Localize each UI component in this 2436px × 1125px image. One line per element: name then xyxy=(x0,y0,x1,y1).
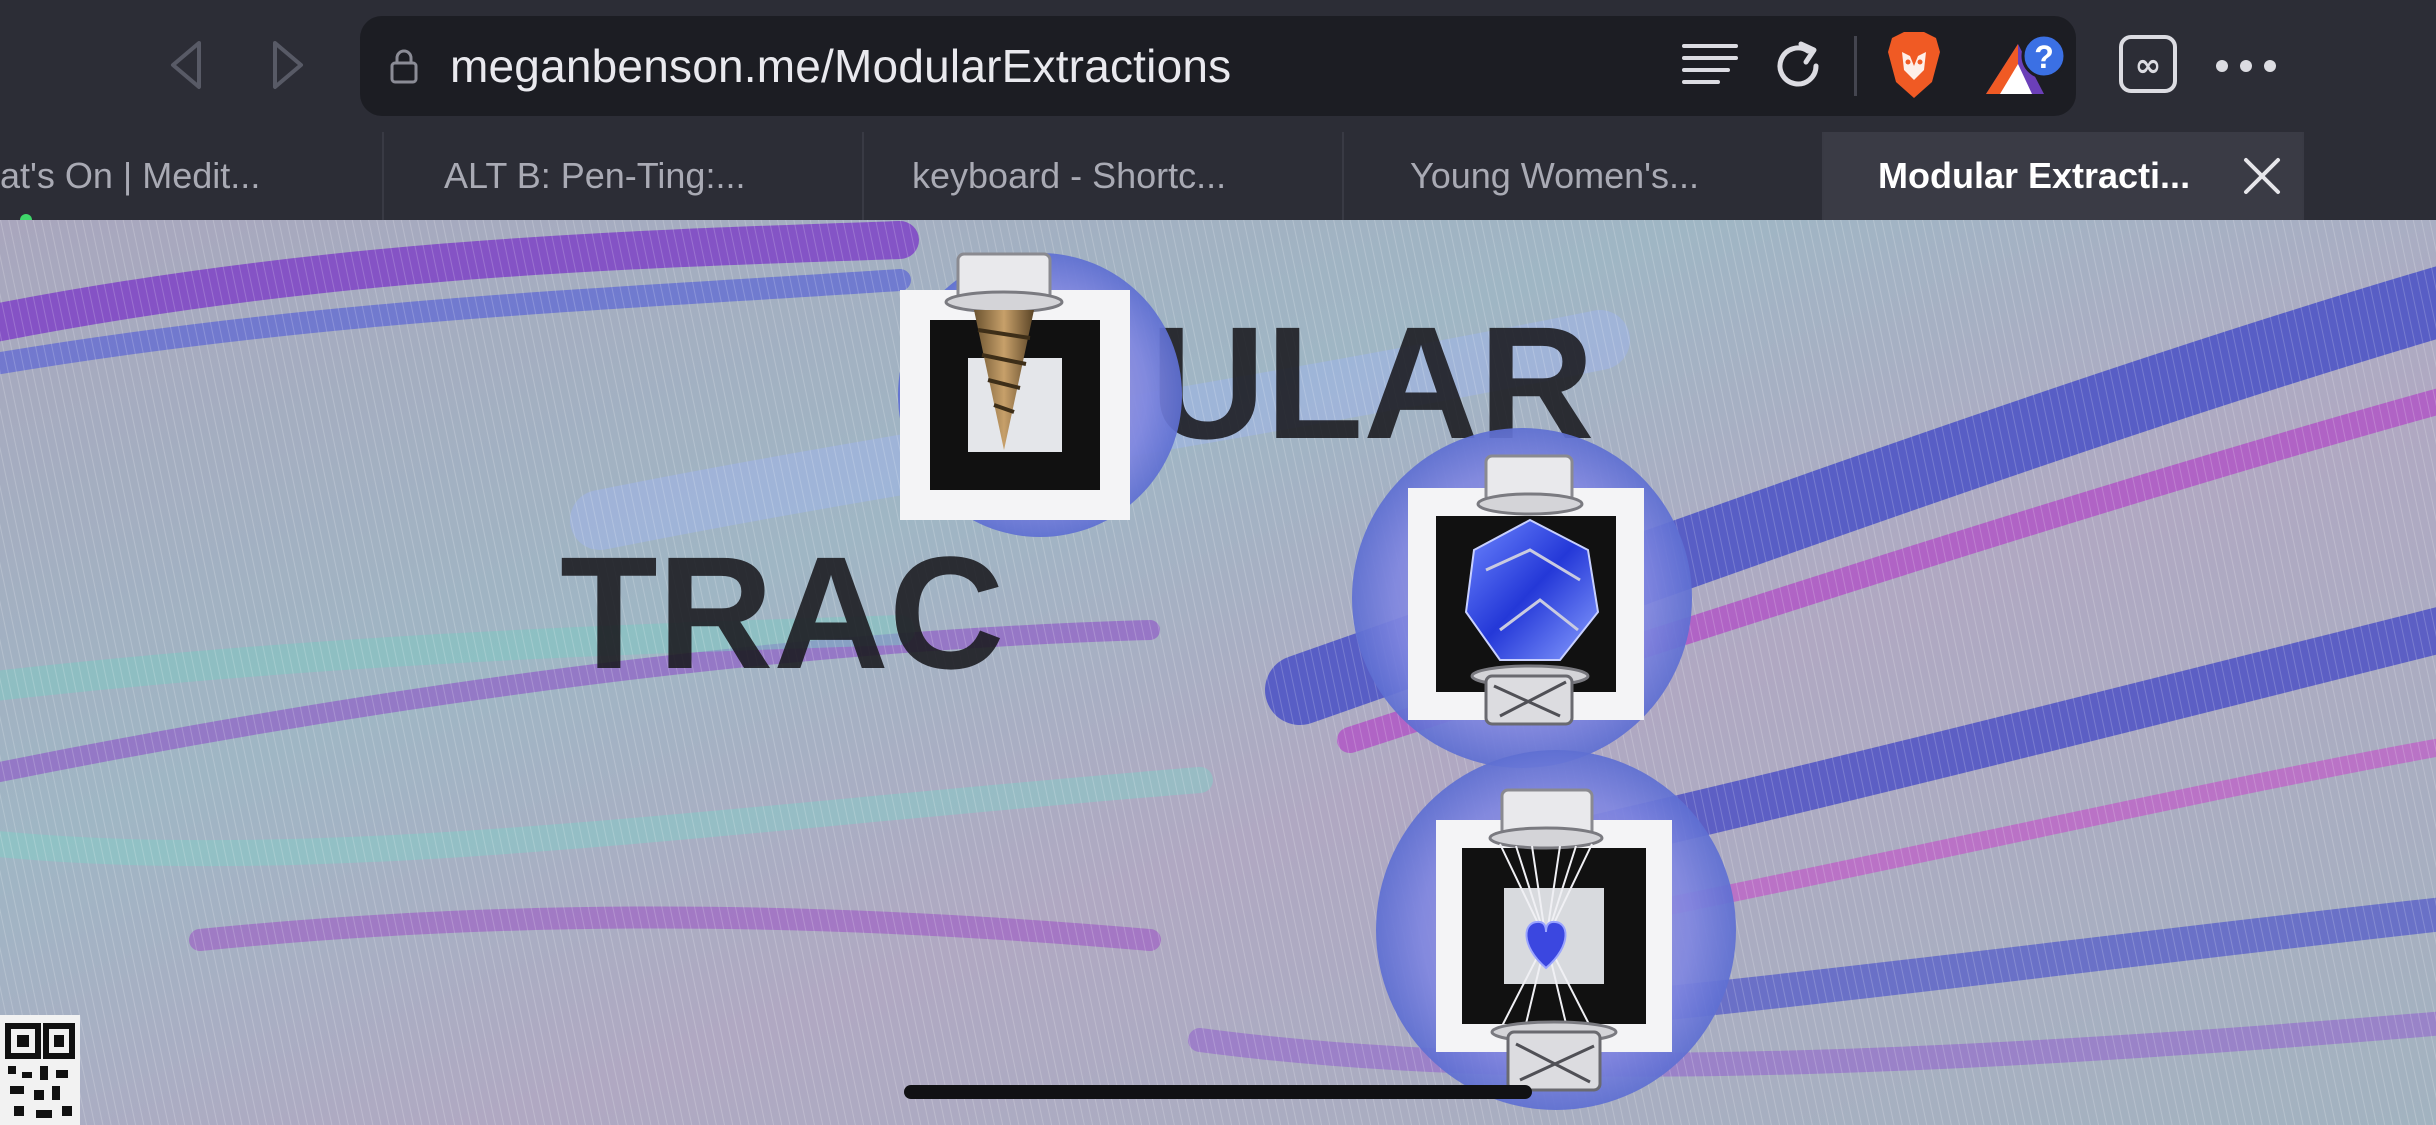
tab-strip: at's On | Medit... ALT B: Pen-Ting:... k… xyxy=(0,132,2436,220)
more-horizontal-icon[interactable] xyxy=(2214,46,2278,86)
close-tab-icon[interactable] xyxy=(2240,154,2284,198)
tab-young-womens[interactable]: Young Women's... xyxy=(1344,132,1824,220)
tab-label: ALT B: Pen-Ting:... xyxy=(444,155,746,196)
tab-whats-on[interactable]: at's On | Medit... xyxy=(0,132,384,220)
qr-code xyxy=(0,1015,80,1125)
home-indicator[interactable] xyxy=(904,1085,1532,1099)
backdrop-title-bottom: TRAC xyxy=(560,523,1004,702)
url-bar-separator xyxy=(1854,36,1857,96)
url-text[interactable]: meganbenson.me/ModularExtractions xyxy=(450,16,1231,116)
ar-marker-drill[interactable] xyxy=(898,252,1182,537)
address-bar[interactable]: meganbenson.me/ModularExtractions ? xyxy=(360,16,2076,116)
brave-rewards-icon[interactable]: ? xyxy=(1982,30,2068,104)
reader-mode-icon[interactable] xyxy=(1680,38,1740,94)
tab-alt-b[interactable]: ALT B: Pen-Ting:... xyxy=(384,132,864,220)
rewards-badge: ? xyxy=(2034,39,2054,75)
tab-label: keyboard - Shortc... xyxy=(912,155,1227,196)
back-button[interactable] xyxy=(152,30,222,100)
reload-icon[interactable] xyxy=(1768,36,1828,96)
browser-window: meganbenson.me/ModularExtractions ? ∞ at… xyxy=(0,0,2436,1125)
chevron-right-icon xyxy=(273,41,303,89)
forward-button[interactable] xyxy=(252,30,322,100)
chevron-left-icon xyxy=(171,41,201,89)
web-content[interactable]: ULAR TRAC xyxy=(0,220,2436,1125)
ar-marker-gem[interactable] xyxy=(1352,428,1692,768)
browser-toolbar: meganbenson.me/ModularExtractions ? ∞ xyxy=(0,0,2436,132)
lock-icon xyxy=(390,49,418,84)
tab-keyboard-shortcuts[interactable]: keyboard - Shortc... xyxy=(864,132,1344,220)
tab-label: Young Women's... xyxy=(1410,155,1700,196)
ar-camera-view[interactable]: ULAR TRAC xyxy=(0,220,2436,1125)
tab-label: at's On | Medit... xyxy=(0,155,261,196)
tab-switcher-icon[interactable]: ∞ xyxy=(2118,34,2178,94)
tab-count: ∞ xyxy=(2135,46,2162,84)
tab-modular-extractions[interactable]: Modular Extracti... xyxy=(1824,132,2304,220)
ar-marker-cage[interactable] xyxy=(1376,750,1736,1110)
tab-label: Modular Extracti... xyxy=(1878,155,2191,196)
brave-lion-icon[interactable] xyxy=(1884,30,1944,102)
